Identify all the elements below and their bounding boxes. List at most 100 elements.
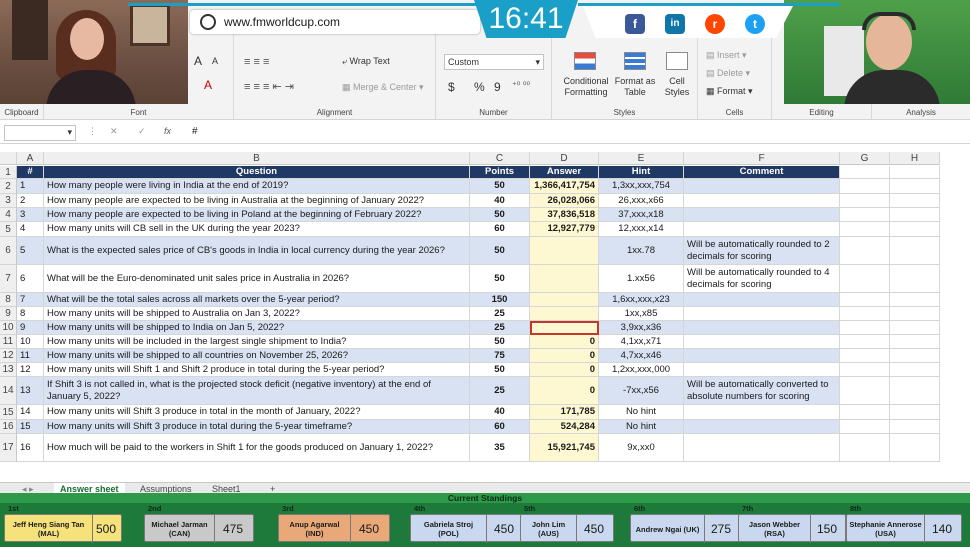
comment-text[interactable] — [684, 321, 840, 335]
comment-text[interactable] — [684, 349, 840, 363]
empty-cell[interactable] — [840, 405, 890, 420]
answer-input[interactable] — [530, 307, 599, 321]
points-value[interactable]: 150 — [470, 293, 530, 307]
row-header[interactable]: 4 — [0, 208, 17, 222]
empty-cell[interactable] — [890, 222, 940, 237]
row-header[interactable]: 8 — [0, 293, 17, 307]
format-as-table-button[interactable]: Format as Table — [614, 76, 656, 98]
hint-value[interactable]: No hint — [599, 405, 684, 420]
empty-cell[interactable] — [890, 179, 940, 194]
question-number[interactable]: 11 — [17, 349, 44, 363]
points-value[interactable]: 40 — [470, 194, 530, 208]
row-header[interactable]: 2 — [0, 179, 17, 194]
delete-button[interactable]: ▤ Delete ▾ — [706, 68, 750, 79]
row-header[interactable]: 11 — [0, 335, 17, 349]
answer-input[interactable]: 0 — [530, 335, 599, 349]
question-number[interactable]: 14 — [17, 405, 44, 420]
row-header[interactable]: 7 — [0, 265, 17, 293]
points-value[interactable]: 50 — [470, 265, 530, 293]
column-header-c[interactable]: C — [470, 152, 530, 165]
header-question[interactable]: Question — [44, 166, 470, 179]
align-top-icon[interactable]: ≡ ≡ ≡ — [244, 56, 269, 68]
points-value[interactable]: 60 — [470, 420, 530, 434]
points-value[interactable]: 50 — [470, 335, 530, 349]
answer-input[interactable] — [530, 237, 599, 265]
empty-cell[interactable] — [840, 434, 890, 462]
empty-cell[interactable] — [840, 335, 890, 349]
column-header-g[interactable]: G — [840, 152, 890, 165]
empty-cell[interactable] — [890, 363, 940, 377]
question-text[interactable]: If Shift 3 is not called in, what is the… — [44, 377, 470, 405]
empty-cell[interactable] — [840, 321, 890, 335]
question-number[interactable]: 2 — [17, 194, 44, 208]
name-box[interactable]: ▾ — [4, 125, 76, 141]
hint-value[interactable]: 37,xxx,x18 — [599, 208, 684, 222]
hint-value[interactable]: 3,9xx,x36 — [599, 321, 684, 335]
answer-input[interactable]: 0 — [530, 363, 599, 377]
question-text[interactable]: How many units will be shipped to all co… — [44, 349, 470, 363]
comment-text[interactable] — [684, 222, 840, 237]
question-text[interactable]: How many units will be shipped to India … — [44, 321, 470, 335]
answer-input[interactable] — [530, 265, 599, 293]
question-number[interactable]: 9 — [17, 321, 44, 335]
decimal-buttons-icon[interactable]: ⁺⁰ ⁰⁰ — [512, 80, 530, 91]
hint-value[interactable]: No hint — [599, 420, 684, 434]
comment-text[interactable] — [684, 293, 840, 307]
column-header-f[interactable]: F — [684, 152, 840, 165]
question-text[interactable]: How many units will Shift 3 produce in t… — [44, 420, 470, 434]
hint-value[interactable]: -7xx,x56 — [599, 377, 684, 405]
column-header-e[interactable]: E — [599, 152, 684, 165]
points-value[interactable]: 25 — [470, 321, 530, 335]
question-text[interactable]: How many units will be shipped to Austra… — [44, 307, 470, 321]
empty-cell[interactable] — [890, 349, 940, 363]
empty-cell[interactable] — [890, 434, 940, 462]
comment-text[interactable] — [684, 194, 840, 208]
empty-cell[interactable] — [890, 335, 940, 349]
question-number[interactable]: 8 — [17, 307, 44, 321]
formula-input[interactable]: # — [192, 126, 198, 137]
question-number[interactable]: 13 — [17, 377, 44, 405]
question-text[interactable]: How much will be paid to the workers in … — [44, 434, 470, 462]
answer-input[interactable] — [530, 321, 599, 335]
empty-cell[interactable] — [840, 307, 890, 321]
row-header[interactable]: 6 — [0, 237, 17, 265]
hint-value[interactable]: 9x,xx0 — [599, 434, 684, 462]
comment-text[interactable] — [684, 420, 840, 434]
hint-value[interactable]: 1,2xx,xxx,000 — [599, 363, 684, 377]
question-text[interactable]: What is the expected sales price of CB's… — [44, 237, 470, 265]
question-text[interactable]: How many units will Shift 1 and Shift 2 … — [44, 363, 470, 377]
answer-input[interactable]: 0 — [530, 349, 599, 363]
question-text[interactable]: How many people are expected to be livin… — [44, 208, 470, 222]
points-value[interactable]: 25 — [470, 377, 530, 405]
column-header-a[interactable]: A — [17, 152, 44, 165]
row-header[interactable]: 5 — [0, 222, 17, 237]
points-value[interactable]: 25 — [470, 307, 530, 321]
comment-text[interactable]: Will be automatically converted to absol… — [684, 377, 840, 405]
comment-text[interactable] — [684, 434, 840, 462]
question-number[interactable]: 1 — [17, 179, 44, 194]
answer-input[interactable]: 26,028,066 — [530, 194, 599, 208]
comment-text[interactable] — [684, 335, 840, 349]
wrap-text-button[interactable]: ⤶ Wrap Text — [342, 56, 390, 67]
empty-cell[interactable] — [890, 405, 940, 420]
question-text[interactable]: How many units will CB sell in the UK du… — [44, 222, 470, 237]
row-header[interactable]: 9 — [0, 307, 17, 321]
question-number[interactable]: 16 — [17, 434, 44, 462]
hint-value[interactable]: 12,xxx,x14 — [599, 222, 684, 237]
hint-value[interactable]: 26,xxx,x66 — [599, 194, 684, 208]
column-header-b[interactable]: B — [44, 152, 470, 165]
empty-cell[interactable] — [890, 420, 940, 434]
question-number[interactable]: 6 — [17, 265, 44, 293]
question-text[interactable]: What will be the Euro-denominated unit s… — [44, 265, 470, 293]
points-value[interactable]: 35 — [470, 434, 530, 462]
answer-input[interactable]: 0 — [530, 377, 599, 405]
empty-cell[interactable] — [890, 208, 940, 222]
answer-input[interactable]: 171,785 — [530, 405, 599, 420]
decrease-font-button[interactable]: A — [212, 56, 218, 66]
empty-cell[interactable] — [840, 420, 890, 434]
empty-cell[interactable] — [840, 265, 890, 293]
row-header[interactable]: 13 — [0, 363, 17, 377]
enter-icon[interactable]: ✓ — [138, 126, 146, 137]
empty-cell[interactable] — [890, 307, 940, 321]
points-value[interactable]: 50 — [470, 208, 530, 222]
